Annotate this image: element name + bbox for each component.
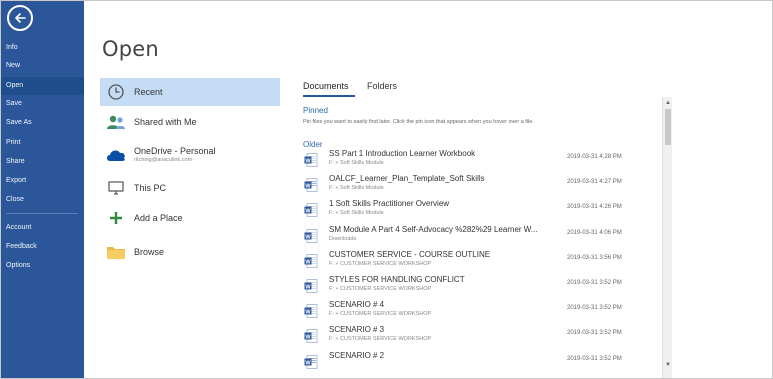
place-add-a-place[interactable]: Add a Place — [100, 204, 280, 232]
file-date: 2019-03-31 4:28 PM — [567, 154, 622, 160]
tab-documents[interactable]: Documents — [303, 81, 349, 91]
word-doc-icon: W — [304, 153, 318, 167]
nav-print[interactable]: Print — [1, 134, 84, 152]
file-name: SCENARIO # 3 — [329, 325, 385, 335]
tab-folders[interactable]: Folders — [367, 81, 397, 91]
file-row[interactable]: W STYLES FOR HANDLING CONFLICT F: » CUSTOM… — [301, 274, 663, 299]
file-date: 2019-03-31 3:52 PM — [567, 330, 622, 337]
file-path: F: » CUSTOMER SERVICE WORKSHOP — [329, 286, 432, 292]
file-row[interactable]: W OALCF_Learner_Plan_Template_Soft Skills… — [301, 173, 663, 198]
file-path: Downloads — [329, 235, 357, 242]
nav-share[interactable]: Share — [1, 153, 84, 171]
file-date: 2019-03-31 3:52 PM — [567, 355, 622, 362]
nav-feedback[interactable]: Feedback — [1, 238, 84, 256]
nav-export[interactable]: Export — [1, 172, 84, 190]
nav-close[interactable]: Close — [1, 191, 84, 209]
pinned-heading: Pinned — [303, 106, 328, 115]
place-label: OneDrive - Personal — [134, 146, 216, 156]
file-date: 2019-03-31 3:52 PM — [567, 280, 622, 286]
nav-divider — [6, 213, 78, 214]
svg-text:W: W — [305, 209, 311, 215]
file-name: STYLES FOR HANDLING CONFLICT — [329, 275, 465, 284]
monitor-icon — [105, 177, 127, 199]
svg-text:W: W — [305, 360, 311, 366]
svg-text:W: W — [305, 158, 311, 164]
word-doc-icon: W — [304, 279, 318, 293]
place-onedrive-personal[interactable]: OneDrive - Personal ritching@avaculink.c… — [100, 138, 280, 170]
file-name: SCENARIO # 4 — [329, 300, 385, 310]
place-recent[interactable]: Recent — [100, 78, 280, 106]
place-label: Recent — [134, 87, 163, 97]
file-date: 2019-03-31 4:26 PM — [567, 204, 622, 211]
place-label: Add a Place — [134, 213, 183, 223]
place-browse[interactable]: Browse — [100, 238, 280, 266]
cloud-icon — [105, 144, 127, 166]
file-name: 1 Soft Skills Practitioner Overview — [329, 199, 450, 209]
folder-icon — [105, 241, 127, 263]
scroll-up-arrow-icon[interactable]: ▲ — [663, 99, 673, 107]
file-path: F: » Soft Skills Module — [329, 185, 384, 192]
file-name: CUSTOMER SERVICE - COURSE OUTLINE — [329, 249, 491, 259]
svg-text:W: W — [305, 335, 311, 341]
file-path: F: » Soft Skills Module — [329, 160, 384, 166]
file-date: 2019-03-31 3:56 PM — [567, 254, 622, 261]
word-template-icon: W — [304, 178, 318, 193]
people-icon — [105, 111, 127, 133]
nav-open[interactable]: Open — [1, 77, 84, 95]
back-button[interactable] — [7, 5, 33, 31]
active-tab-indicator — [303, 95, 355, 97]
clock-icon — [105, 81, 127, 103]
nav-info[interactable]: Info — [1, 39, 84, 57]
page-title: Open — [102, 37, 159, 61]
backstage-nav: Info New Open Save Save As Print Share E… — [1, 1, 84, 378]
file-row[interactable]: W 1 Soft Skills Practitioner Overview F: »… — [301, 198, 663, 223]
file-date: 2019-03-31 4:27 PM — [567, 179, 622, 186]
scroll-thumb[interactable] — [665, 109, 671, 145]
file-path: F: » Soft Skills Module — [329, 210, 384, 217]
file-name: SS Part 1 Introduction Learner Workbook — [329, 149, 476, 158]
file-name: SCENARIO # 2 — [329, 350, 385, 360]
svg-text:W: W — [305, 234, 311, 240]
nav-new[interactable]: New — [1, 57, 84, 75]
file-row[interactable]: W CUSTOMER SERVICE - COURSE OUTLINE F: » C… — [301, 249, 663, 274]
word-template-icon: W — [304, 354, 318, 369]
nav-save-as[interactable]: Save As — [1, 114, 84, 132]
svg-text:W: W — [305, 309, 311, 315]
file-path: F: » CUSTOMER SERVICE WORKSHOP — [329, 260, 432, 267]
file-row[interactable]: W SCENARIO # 4 F: » CUSTOMER SERVICE WORKS… — [301, 299, 663, 324]
word-doc-icon: W — [304, 329, 318, 344]
place-this-pc[interactable]: This PC — [100, 174, 280, 202]
place-sublabel: ritching@avaculink.com — [134, 157, 193, 163]
file-path: F: » CUSTOMER SERVICE WORKSHOP — [329, 311, 432, 318]
open-backstage-window: Info New Open Save Save As Print Share E… — [0, 0, 773, 379]
svg-text:W: W — [305, 259, 311, 265]
file-name: SM Module A Part 4 Self-Advocacy %282%29… — [329, 224, 538, 234]
word-doc-icon: W — [304, 203, 318, 218]
file-row[interactable]: W SCENARIO # 3 F: » CUSTOMER SERVICE WORKS… — [301, 324, 663, 349]
scroll-down-arrow-icon[interactable]: ▼ — [663, 361, 673, 369]
nav-options[interactable]: Options — [1, 257, 84, 275]
file-date: 2019-03-31 3:52 PM — [567, 305, 622, 312]
file-row[interactable]: W SCENARIO # 2 2019-03-31 3:52 PM — [301, 350, 663, 375]
file-path: F: » CUSTOMER SERVICE WORKSHOP — [329, 336, 432, 343]
file-date: 2019-03-31 4:06 PM — [567, 229, 622, 236]
nav-save[interactable]: Save — [1, 95, 84, 113]
nav-account[interactable]: Account — [1, 219, 84, 237]
plus-icon — [105, 207, 127, 229]
pinned-hint: Pin files you want to easily find later.… — [303, 119, 534, 125]
place-label: Shared with Me — [134, 117, 197, 127]
file-row[interactable]: W SM Module A Part 4 Self-Advocacy %282%2… — [301, 224, 663, 249]
svg-text:W: W — [305, 183, 311, 189]
file-row[interactable]: W SS Part 1 Introduction Learner Workbook… — [301, 148, 663, 173]
place-label: This PC — [134, 183, 167, 193]
place-label: Browse — [134, 247, 165, 257]
svg-text:W: W — [305, 284, 311, 290]
word-doc-icon: W — [304, 253, 318, 268]
file-name: OALCF_Learner_Plan_Template_Soft Skills — [329, 174, 485, 184]
word-doc-icon: W — [304, 304, 318, 319]
word-doc-icon: W — [304, 228, 318, 243]
place-shared-with-me[interactable]: Shared with Me — [100, 108, 280, 136]
back-arrow-icon — [15, 13, 26, 23]
file-list-scrollbar[interactable]: ▲ ▼ — [662, 97, 672, 378]
